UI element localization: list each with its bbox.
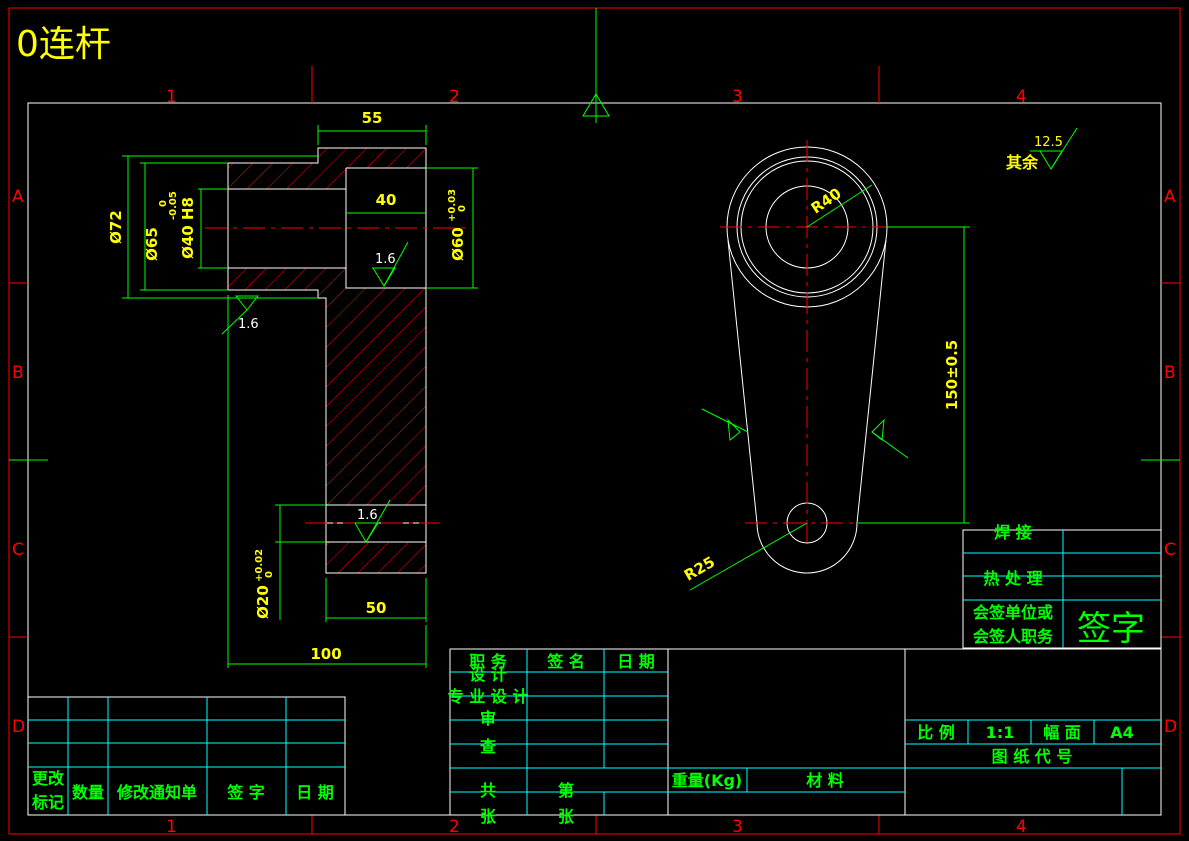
title-block-size-value: A4	[1110, 723, 1134, 742]
zone-col-1-top: 1	[166, 87, 177, 107]
drawing-title: 0连杆	[16, 24, 111, 65]
zone-col-4-top: 4	[1016, 87, 1027, 107]
dim-phi20-tol-lower: 0	[264, 571, 275, 578]
roughness-general-label: 其余	[1006, 153, 1039, 172]
dim-bottom-width: 50	[366, 599, 387, 617]
revision-header-notice: 修改通知单	[116, 783, 197, 802]
side-table: 焊 接 热 处 理 会签单位或 会签人职务 签字	[962, 523, 1162, 649]
dim-phi60-tol-lower: 0	[457, 205, 468, 212]
dim-phi72: Ø72	[107, 210, 125, 244]
title-block: 职 务 签 名 日 期 设 计 专 业 设 计 审 查 共 张 第 张 重量(K…	[448, 648, 1162, 826]
revision-header-sign: 签 字	[226, 783, 265, 802]
roughness-bore-right: 1.6	[375, 252, 396, 267]
outer-border	[8, 7, 1181, 835]
inner-border	[27, 102, 1162, 816]
side-table-heat-treatment: 热 处 理	[983, 569, 1042, 588]
front-view: R40 R25 150±0.5 12.5 其余	[681, 127, 1078, 591]
side-table-cosign-1: 会签单位或	[973, 603, 1053, 622]
roughness-bore-left: 1.6	[238, 317, 259, 332]
title-block-material: 材 料	[806, 771, 844, 790]
drawing-frame	[8, 7, 1181, 835]
zone-col-4-bottom: 4	[1016, 817, 1027, 837]
side-table-welding: 焊 接	[994, 523, 1032, 542]
zone-row-a-left: A	[12, 187, 24, 207]
dim-r25: R25	[681, 553, 718, 585]
zone-row-d-left: D	[12, 717, 25, 737]
title-block-header-date: 日 期	[617, 652, 655, 671]
dim-phi60: Ø60	[449, 227, 467, 261]
zone-row-b-right: B	[1164, 363, 1176, 383]
dim-total-length: 100	[310, 645, 341, 663]
zone-col-1-bottom: 1	[166, 817, 177, 837]
cad-drawing: 0连杆 1 2 3 4 1 2 3 4 A B C D A B C D 55 4…	[8, 7, 1181, 837]
side-table-sign: 签字	[1077, 609, 1145, 649]
zone-row-d-right: D	[1164, 717, 1177, 737]
zone-row-c-left: C	[12, 540, 24, 560]
dim-r40: R40	[808, 184, 845, 217]
title-block-check: 查	[480, 737, 496, 756]
title-block-design: 设 计	[469, 665, 507, 684]
zone-row-a-right: A	[1164, 187, 1176, 207]
roughness-small-bore: 1.6	[357, 508, 378, 523]
title-block-total: 共	[480, 781, 496, 800]
dim-bore-depth: 40	[376, 191, 397, 209]
revision-header-mark-2: 标记	[31, 793, 64, 812]
title-block-scale-label: 比 例	[917, 723, 955, 742]
dim-top-width: 55	[362, 109, 383, 127]
dim-phi20: Ø20	[254, 585, 272, 619]
title-block-weight: 重量(Kg)	[672, 771, 742, 790]
title-block-drawing-no: 图 纸 代 号	[992, 747, 1073, 766]
dim-phi65-tol-lower: -0.05	[168, 191, 179, 220]
side-table-cosign-2: 会签人职务	[973, 627, 1054, 646]
dim-center-distance: 150±0.5	[943, 340, 961, 410]
title-block-scale-value: 1:1	[986, 723, 1015, 742]
title-block-page: 第	[558, 781, 574, 800]
dim-phi40: Ø40 H8	[179, 197, 197, 259]
zone-col-3-top: 3	[732, 87, 743, 107]
revision-header-date: 日 期	[296, 783, 334, 802]
section-hatch	[228, 148, 426, 573]
title-block-size-label: 幅 面	[1043, 723, 1081, 742]
title-block-total-unit: 张	[480, 807, 497, 826]
title-block-page-unit: 张	[558, 807, 575, 826]
title-block-proof: 审	[480, 709, 496, 728]
revision-header-mark-1: 更改	[32, 769, 65, 788]
title-block-header-signname: 签 名	[546, 652, 585, 671]
title-block-special-design: 专 业 设 计	[448, 687, 529, 706]
zone-row-b-left: B	[12, 363, 24, 383]
zone-row-c-right: C	[1164, 540, 1176, 560]
revision-header-qty: 数量	[72, 783, 104, 802]
zone-col-2-bottom: 2	[449, 817, 460, 837]
zone-col-2-top: 2	[449, 87, 460, 107]
revision-table: 更改 标记 数量 修改通知单 签 字 日 期	[27, 696, 346, 816]
roughness-general-value: 12.5	[1034, 135, 1063, 150]
section-view: 55 40 Ø72 Ø65 0 -0.05 Ø40 H8 Ø60 +0.03 0…	[107, 109, 478, 668]
dim-phi65: Ø65	[143, 227, 161, 261]
zone-col-3-bottom: 3	[732, 817, 743, 837]
